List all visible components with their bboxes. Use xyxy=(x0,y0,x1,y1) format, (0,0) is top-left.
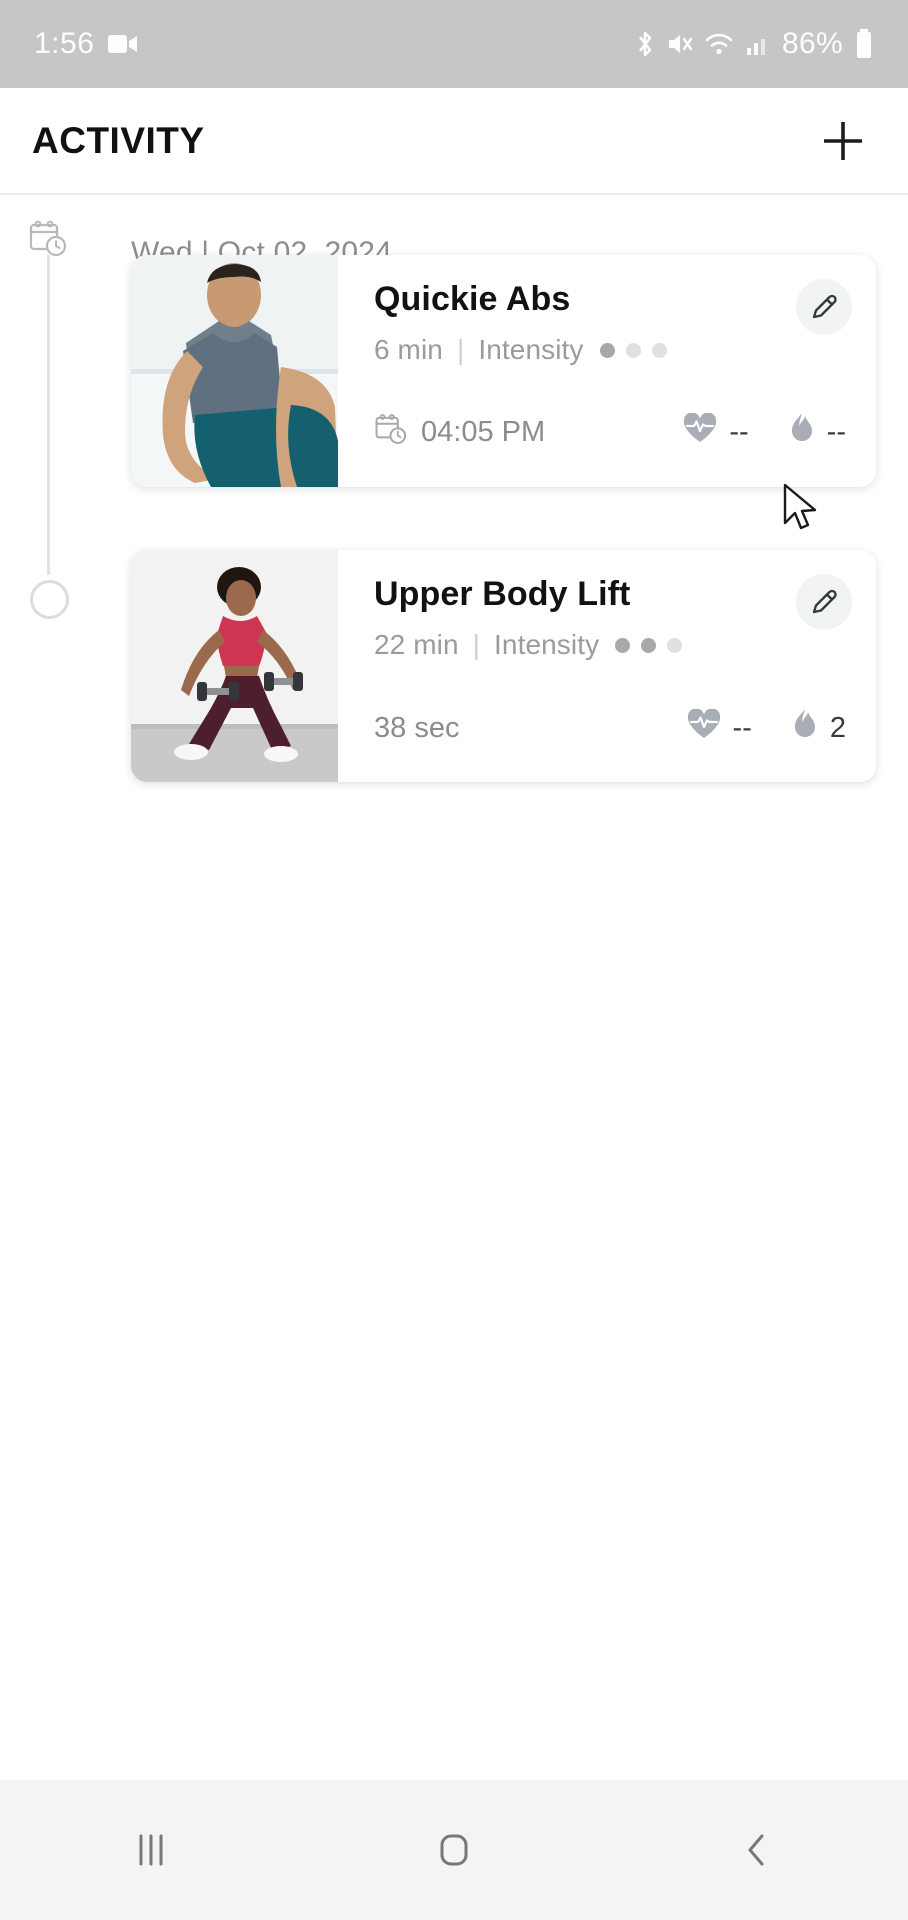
flame-icon xyxy=(789,412,815,452)
mouse-cursor xyxy=(782,483,822,533)
intensity-dots xyxy=(599,342,667,358)
recents-icon xyxy=(139,1834,163,1866)
calories-value: 2 xyxy=(829,711,846,744)
app-header: ACTIVITY xyxy=(0,88,908,195)
activity-card[interactable]: Upper Body Lift 22 min | Intensity 38 se… xyxy=(131,550,876,782)
status-clock: 1:56 xyxy=(34,27,95,60)
activity-time-value: 38 sec xyxy=(374,711,460,744)
mute-icon xyxy=(667,30,693,58)
status-bar-right: 86% xyxy=(634,27,874,61)
activity-title: Upper Body Lift xyxy=(374,575,631,613)
add-activity-button[interactable] xyxy=(810,108,876,174)
intensity-dots xyxy=(615,637,683,653)
heart-rate-stat: -- xyxy=(683,411,749,452)
activity-thumbnail xyxy=(131,550,338,782)
intensity-dot xyxy=(599,342,615,358)
activity-list: Wed | Oct 02, 2024 Quickie Abs 6 min | I… xyxy=(0,195,908,1780)
intensity-dot xyxy=(641,637,657,653)
man-doing-abs-exercise-illustration xyxy=(131,255,338,487)
activity-stats: -- -- xyxy=(683,411,846,452)
activity-meta: 6 min | Intensity xyxy=(374,334,846,366)
intensity-label: Intensity xyxy=(478,334,584,366)
timeline-end-dot xyxy=(30,580,69,619)
intensity-label: Intensity xyxy=(494,629,600,661)
cellular-signal-icon xyxy=(745,30,771,58)
pencil-icon xyxy=(812,589,837,614)
calories-value: -- xyxy=(826,415,846,448)
activity-time-value: 04:05 PM xyxy=(421,415,546,448)
android-nav-bar xyxy=(0,1780,908,1920)
activity-time: 38 sec xyxy=(374,712,459,745)
meta-separator: | xyxy=(456,334,465,366)
home-icon xyxy=(440,1834,468,1866)
activity-footer: 04:05 PM -- -- xyxy=(374,411,846,453)
status-bar: 1:56 86% xyxy=(0,0,908,88)
activity-title: Quickie Abs xyxy=(374,280,571,318)
plus-icon xyxy=(824,121,862,160)
chevron-left-icon xyxy=(748,1834,764,1866)
activity-duration: 6 min xyxy=(374,334,443,366)
home-button[interactable] xyxy=(303,1828,606,1872)
wifi-icon xyxy=(704,30,734,58)
activity-card-body: Upper Body Lift 22 min | Intensity 38 se… xyxy=(338,550,876,782)
activity-footer: 38 sec -- 2 xyxy=(374,707,846,748)
calendar-clock-icon xyxy=(28,218,68,263)
calories-stat: 2 xyxy=(792,708,846,748)
activity-time: 04:05 PM xyxy=(374,411,545,453)
calories-stat: -- xyxy=(789,412,846,452)
battery-icon xyxy=(854,28,874,60)
heart-rate-stat: -- xyxy=(687,707,752,748)
status-bar-left: 1:56 xyxy=(34,27,138,61)
heart-rate-value: -- xyxy=(729,415,749,448)
recents-button[interactable] xyxy=(0,1828,303,1872)
activity-stats: -- 2 xyxy=(687,707,846,748)
woman-lifting-dumbbells-illustration xyxy=(131,550,338,782)
timeline-line xyxy=(47,255,50,575)
activity-meta: 22 min | Intensity xyxy=(374,629,846,661)
timeline-rail xyxy=(24,195,104,795)
intensity-dot xyxy=(667,637,683,653)
activity-duration: 22 min xyxy=(374,629,459,661)
back-button[interactable] xyxy=(605,1828,908,1872)
edit-activity-button[interactable] xyxy=(796,279,852,335)
bluetooth-icon xyxy=(634,29,656,59)
meta-separator: | xyxy=(472,629,481,661)
page-title: ACTIVITY xyxy=(32,119,205,161)
heart-pulse-icon xyxy=(687,707,721,748)
intensity-dot xyxy=(625,342,641,358)
heart-rate-value: -- xyxy=(732,711,752,744)
activity-card-body: Quickie Abs 6 min | Intensity 04:05 PM -… xyxy=(338,255,876,487)
heart-pulse-icon xyxy=(683,411,717,452)
intensity-dot xyxy=(651,342,667,358)
pencil-icon xyxy=(812,294,837,319)
activity-thumbnail xyxy=(131,255,338,487)
video-camera-icon xyxy=(108,33,138,55)
intensity-dot xyxy=(615,637,631,653)
activity-card[interactable]: Quickie Abs 6 min | Intensity 04:05 PM -… xyxy=(131,255,876,487)
battery-percent-label: 86% xyxy=(782,27,843,60)
phone-screen: 1:56 86% ACTIVITY Wed | Oct 02, 2024 Qui… xyxy=(0,0,908,1920)
edit-activity-button[interactable] xyxy=(796,574,852,630)
flame-icon xyxy=(792,708,818,748)
calendar-clock-icon xyxy=(374,411,408,453)
